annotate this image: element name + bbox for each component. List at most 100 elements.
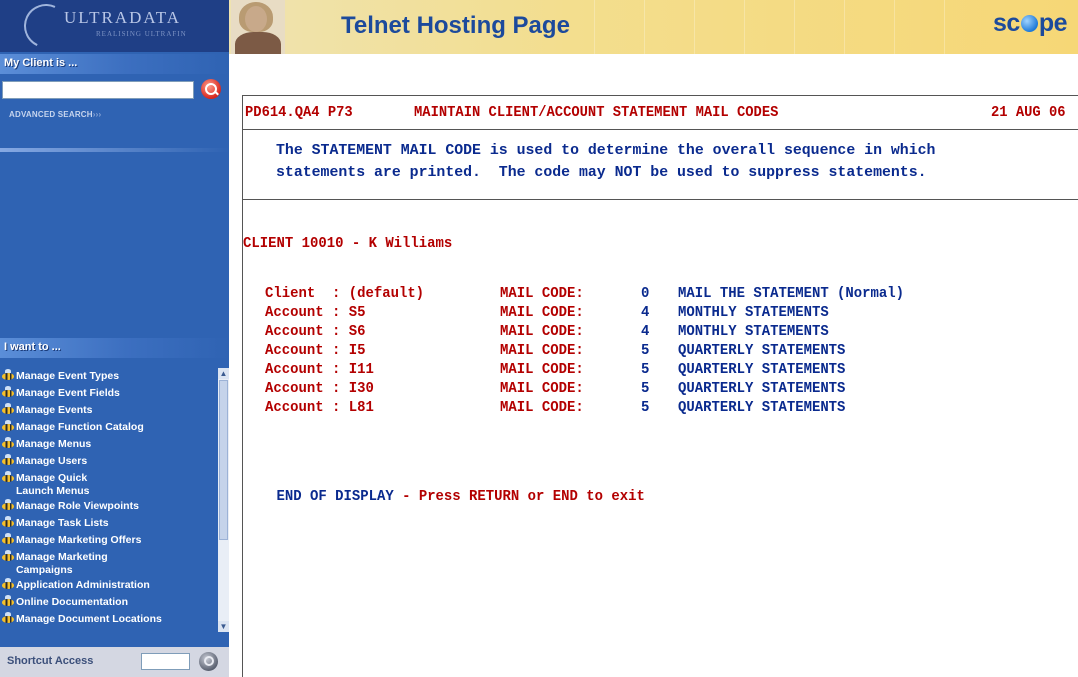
banner-pattern bbox=[594, 0, 974, 54]
menu-item-manage-quick-launch-menus[interactable]: Manage Quick Launch Menus bbox=[0, 470, 218, 498]
row-entity: Account : I5 bbox=[265, 342, 366, 359]
table-row: Account : S5 MAIL CODE: 4 MONTHLY STATEM… bbox=[243, 304, 1078, 323]
sidebar: ULTRADATA REALISING ULTRAFIN My Client i… bbox=[0, 0, 229, 677]
scroll-down-icon[interactable]: ▼ bbox=[218, 621, 229, 632]
search-icon[interactable] bbox=[201, 79, 221, 99]
row-code-label: MAIL CODE: bbox=[500, 380, 584, 397]
client-line: CLIENT 10010 - K Williams bbox=[243, 235, 453, 252]
advanced-search-label: ADVANCED SEARCH bbox=[9, 110, 93, 119]
row-description: QUARTERLY STATEMENTS bbox=[678, 399, 846, 416]
table-row: Account : I11 MAIL CODE: 5 QUARTERLY STA… bbox=[243, 361, 1078, 380]
i-want-to-header: I want to ... bbox=[0, 338, 229, 358]
i-want-to-title: I want to ... bbox=[4, 341, 61, 353]
menu-item-manage-function-catalog[interactable]: Manage Function Catalog bbox=[0, 419, 218, 436]
intro-line-2: statements are printed. The code may NOT… bbox=[276, 164, 927, 181]
scope-logo-right: pe bbox=[1038, 9, 1068, 37]
menu-item-application-administration[interactable]: Application Administration bbox=[0, 577, 218, 594]
menu-item-manage-events[interactable]: Manage Events bbox=[0, 402, 218, 419]
row-code: 4 bbox=[641, 304, 650, 321]
shortcut-go-icon[interactable] bbox=[199, 652, 218, 671]
row-entity: Account : S6 bbox=[265, 323, 366, 340]
bee-icon bbox=[2, 471, 14, 482]
menu-item-online-documentation[interactable]: Online Documentation bbox=[0, 594, 218, 611]
intro-text: The STATEMENT MAIL CODE is used to deter… bbox=[243, 130, 1078, 200]
sidebar-divider bbox=[0, 148, 229, 152]
row-code-label: MAIL CODE: bbox=[500, 399, 584, 416]
table-row: Account : S6 MAIL CODE: 4 MONTHLY STATEM… bbox=[243, 323, 1078, 342]
my-client-header: My Client is ... bbox=[0, 54, 229, 74]
row-code: 5 bbox=[641, 342, 650, 359]
row-description: QUARTERLY STATEMENTS bbox=[678, 380, 846, 397]
terminal-header: PD614.QA4 P73 MAINTAIN CLIENT/ACCOUNT ST… bbox=[243, 96, 1078, 130]
scope-logo-left: sc bbox=[993, 9, 1020, 37]
row-code: 5 bbox=[641, 380, 650, 397]
advanced-search-arrows: ››› bbox=[92, 110, 102, 119]
menu-scrollbar[interactable]: ▲ ▼ bbox=[218, 368, 229, 632]
bee-icon bbox=[2, 612, 14, 623]
row-entity: Account : L81 bbox=[265, 399, 374, 416]
row-code-label: MAIL CODE: bbox=[500, 285, 584, 302]
scope-logo: sc pe bbox=[993, 9, 1073, 43]
bee-icon bbox=[2, 437, 14, 448]
menu-item-manage-task-lists[interactable]: Manage Task Lists bbox=[0, 515, 218, 532]
row-entity: Account : S5 bbox=[265, 304, 366, 321]
row-code-label: MAIL CODE: bbox=[500, 304, 584, 321]
bee-icon bbox=[2, 578, 14, 589]
row-description: QUARTERLY STATEMENTS bbox=[678, 342, 846, 359]
bee-icon bbox=[2, 420, 14, 431]
screen-title: MAINTAIN CLIENT/ACCOUNT STATEMENT MAIL C… bbox=[414, 104, 779, 121]
menu-item-manage-menus[interactable]: Manage Menus bbox=[0, 436, 218, 453]
program-id: PD614.QA4 P73 bbox=[245, 104, 353, 121]
table-row: Account : L81 MAIL CODE: 5 QUARTERLY STA… bbox=[243, 399, 1078, 418]
bee-icon bbox=[2, 595, 14, 606]
row-entity: Account : I11 bbox=[265, 361, 374, 378]
row-description: MONTHLY STATEMENTS bbox=[678, 304, 829, 321]
end-of-display-message: END OF DISPLAY - Press RETURN or END to … bbox=[243, 471, 645, 522]
scroll-thumb[interactable] bbox=[219, 380, 228, 540]
row-entity: Account : I30 bbox=[265, 380, 374, 397]
task-menu-list: Manage Event Types Manage Event Fields M… bbox=[0, 368, 218, 632]
bee-icon bbox=[2, 550, 14, 561]
row-entity: Client : (default) bbox=[265, 285, 425, 302]
scroll-up-icon[interactable]: ▲ bbox=[218, 368, 229, 379]
bee-icon bbox=[2, 369, 14, 380]
bee-icon bbox=[2, 516, 14, 527]
menu-item-manage-role-viewpoints[interactable]: Manage Role Viewpoints bbox=[0, 498, 218, 515]
row-code-label: MAIL CODE: bbox=[500, 342, 584, 359]
row-code: 5 bbox=[641, 399, 650, 416]
menu-item-manage-event-fields[interactable]: Manage Event Fields bbox=[0, 385, 218, 402]
row-code-label: MAIL CODE: bbox=[500, 361, 584, 378]
screen-date: 21 AUG 06 bbox=[991, 104, 1066, 121]
bee-icon bbox=[2, 499, 14, 510]
table-row: Account : I30 MAIL CODE: 5 QUARTERLY STA… bbox=[243, 380, 1078, 399]
menu-item-manage-users[interactable]: Manage Users bbox=[0, 453, 218, 470]
end-of-display-hint: - Press RETURN or END to exit bbox=[393, 488, 645, 505]
shortcut-access-bar: Shortcut Access bbox=[0, 647, 229, 677]
bee-icon bbox=[2, 533, 14, 544]
row-code: 4 bbox=[641, 323, 650, 340]
menu-item-manage-marketing-offers[interactable]: Manage Marketing Offers bbox=[0, 532, 218, 549]
logo-brand-text: ULTRADATA bbox=[64, 8, 182, 27]
row-code: 5 bbox=[641, 361, 650, 378]
table-row: Client : (default) MAIL CODE: 0 MAIL THE… bbox=[243, 285, 1078, 304]
advanced-search-link[interactable]: ADVANCED SEARCH››› bbox=[9, 110, 101, 119]
logo-tagline: REALISING ULTRAFIN bbox=[96, 30, 187, 38]
bee-icon bbox=[2, 386, 14, 397]
end-of-display-label: END OF DISPLAY bbox=[276, 488, 394, 505]
bee-icon bbox=[2, 454, 14, 465]
ultradata-logo: ULTRADATA REALISING ULTRAFIN bbox=[0, 0, 229, 55]
globe-icon bbox=[1020, 15, 1038, 32]
menu-item-manage-marketing-campaigns[interactable]: Manage Marketing Campaigns bbox=[0, 549, 218, 577]
client-search-input[interactable] bbox=[2, 81, 194, 99]
menu-item-manage-document-locations[interactable]: Manage Document Locations bbox=[0, 611, 218, 628]
telnet-terminal[interactable]: PD614.QA4 P73 MAINTAIN CLIENT/ACCOUNT ST… bbox=[242, 95, 1078, 677]
my-client-title: My Client is ... bbox=[4, 57, 78, 69]
intro-line-1: The STATEMENT MAIL CODE is used to deter… bbox=[276, 142, 936, 159]
row-description: MONTHLY STATEMENTS bbox=[678, 323, 829, 340]
table-row: Account : I5 MAIL CODE: 5 QUARTERLY STAT… bbox=[243, 342, 1078, 361]
row-description: MAIL THE STATEMENT (Normal) bbox=[678, 285, 905, 302]
banner-photo bbox=[231, 0, 285, 54]
shortcut-access-input[interactable] bbox=[141, 653, 190, 670]
row-code: 0 bbox=[641, 285, 650, 302]
menu-item-manage-event-types[interactable]: Manage Event Types bbox=[0, 368, 218, 385]
